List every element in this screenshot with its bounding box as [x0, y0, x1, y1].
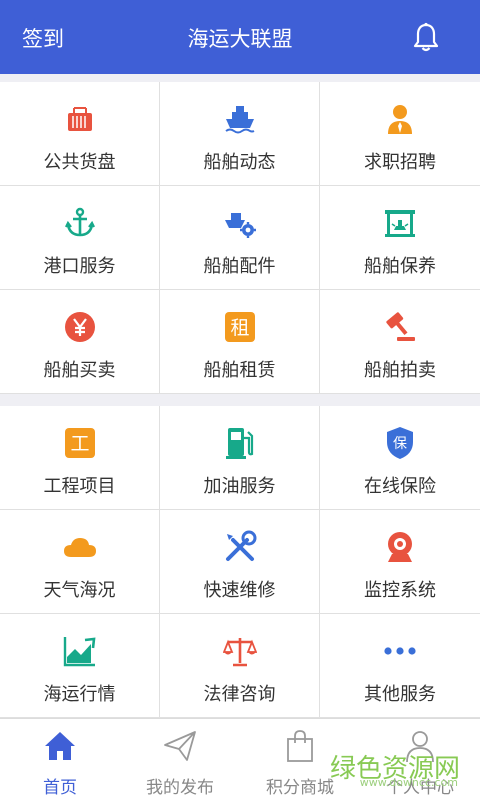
- tab-home[interactable]: 首页: [0, 719, 120, 800]
- service-item-ship[interactable]: 船舶动态: [160, 82, 320, 186]
- gavel-icon: [383, 310, 417, 344]
- service-item-gavel[interactable]: 船舶拍卖: [320, 290, 480, 394]
- paper-plane-icon: [163, 729, 197, 767]
- bell-icon[interactable]: [412, 22, 440, 52]
- fuel-icon: [223, 426, 257, 460]
- service-item-yuan[interactable]: 船舶买卖: [0, 290, 160, 394]
- trend-chart-icon: [63, 634, 97, 668]
- maintenance-icon: [383, 206, 417, 240]
- service-item-label: 加油服务: [203, 476, 276, 497]
- svg-text:工: 工: [70, 433, 89, 455]
- service-item-label: 公共货盘: [43, 152, 116, 173]
- service-item-cloud[interactable]: 天气海况: [0, 510, 160, 614]
- service-item-label: 求职招聘: [364, 152, 436, 173]
- watermark-url: www.downcc.com: [359, 776, 458, 789]
- service-grid-secondary: 工工程项目 加油服务保在线保险 天气海况 快速维修 监控系统 海运行情 法律咨询 其他服务: [0, 406, 480, 718]
- svg-text:保: 保: [393, 436, 407, 452]
- service-item-fuel[interactable]: 加油服务: [160, 406, 320, 510]
- service-item-label: 快速维修: [203, 580, 276, 601]
- service-item-label: 工程项目: [43, 476, 116, 497]
- service-item-ship-parts[interactable]: 船舶配件: [160, 186, 320, 290]
- service-item-label: 船舶配件: [203, 256, 276, 277]
- service-grid-primary: 公共货盘 船舶动态 求职招聘 港口服务 船舶配件 船舶保养 船舶买卖租船舶租赁 船舶拍卖: [0, 82, 480, 394]
- service-item-trend-chart[interactable]: 海运行情: [0, 614, 160, 718]
- service-item-anchor[interactable]: 港口服务: [0, 186, 160, 290]
- service-item-rent[interactable]: 租船舶租赁: [160, 290, 320, 394]
- service-item-label: 船舶动态: [203, 152, 276, 173]
- service-item-label: 船舶买卖: [43, 360, 116, 381]
- service-item-label: 监控系统: [364, 580, 436, 601]
- page-title: 海运大联盟: [187, 27, 293, 51]
- more-dots-icon: [383, 634, 417, 668]
- service-item-more-dots[interactable]: 其他服务: [320, 614, 480, 718]
- service-item-recruit[interactable]: 求职招聘: [320, 82, 480, 186]
- project-icon: 工: [63, 426, 97, 460]
- service-item-container[interactable]: 公共货盘: [0, 82, 160, 186]
- yuan-icon: [63, 310, 97, 344]
- service-item-label: 船舶保养: [364, 256, 436, 277]
- service-item-tools[interactable]: 快速维修: [160, 510, 320, 614]
- rent-icon: 租: [223, 310, 257, 344]
- app-header: 签到 海运大联盟: [0, 0, 480, 74]
- service-item-label: 船舶租赁: [203, 360, 276, 381]
- service-item-label: 海运行情: [43, 684, 116, 705]
- anchor-icon: [63, 206, 97, 240]
- shopping-bag-icon: [283, 729, 317, 767]
- svg-text:租: 租: [230, 317, 249, 339]
- service-item-label: 在线保险: [364, 476, 436, 497]
- service-item-label: 天气海况: [43, 580, 116, 601]
- service-item-label: 法律咨询: [203, 684, 276, 705]
- service-item-insurance-shield[interactable]: 保在线保险: [320, 406, 480, 510]
- ship-parts-icon: [223, 206, 257, 240]
- tools-icon: [223, 530, 257, 564]
- service-item-label: 船舶拍卖: [364, 360, 436, 381]
- cloud-icon: [63, 530, 97, 564]
- tab-label: 积分商城: [266, 778, 334, 798]
- service-item-label: 其他服务: [364, 684, 436, 705]
- tab-label: 我的发布: [146, 778, 214, 798]
- ship-icon: [223, 102, 257, 136]
- recruit-icon: [383, 102, 417, 136]
- container-icon: [63, 102, 97, 136]
- scales-icon: [222, 634, 257, 668]
- camera-icon: [383, 530, 417, 564]
- home-icon: [43, 729, 77, 767]
- service-item-scales[interactable]: 法律咨询: [160, 614, 320, 718]
- service-item-camera[interactable]: 监控系统: [320, 510, 480, 614]
- insurance-shield-icon: 保: [383, 426, 417, 460]
- service-item-maintenance[interactable]: 船舶保养: [320, 186, 480, 290]
- tab-label: 首页: [43, 778, 77, 798]
- tab-paper-plane[interactable]: 我的发布: [120, 719, 240, 800]
- service-item-project[interactable]: 工工程项目: [0, 406, 160, 510]
- service-item-label: 港口服务: [43, 256, 116, 277]
